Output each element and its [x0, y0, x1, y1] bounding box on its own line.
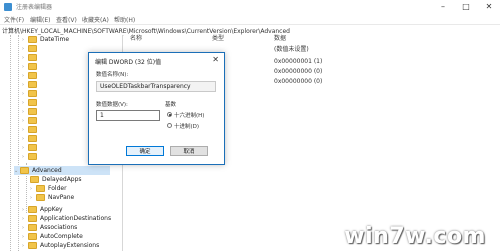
cancel-button[interactable]: 取消: [170, 146, 208, 156]
folder-icon: [28, 90, 37, 97]
folder-icon: [28, 224, 37, 231]
value-name-label: 数值名称(N):: [96, 72, 129, 78]
watermark: win7w.com: [344, 224, 486, 249]
radio-dec[interactable]: [167, 123, 172, 128]
regedit-app-icon: [4, 3, 12, 11]
tree-guide-line: [10, 35, 11, 251]
radio-hex[interactable]: [167, 112, 172, 117]
tree-item[interactable]: ›: [22, 98, 40, 107]
folder-icon: [28, 126, 37, 133]
tree-item-autocomplete[interactable]: › AutoComplete: [22, 232, 83, 241]
tree-item-associations[interactable]: › Associations: [22, 223, 77, 232]
folder-icon: [28, 45, 37, 52]
tree-item[interactable]: ›: [22, 80, 40, 89]
radio-dec-label[interactable]: 十进制(D): [174, 122, 199, 130]
minimize-icon[interactable]: –: [432, 0, 454, 14]
tree-item[interactable]: ›: [22, 107, 40, 116]
menu-edit[interactable]: 编辑(E): [30, 15, 50, 24]
tree-item-delayedapps[interactable]: DelayedApps: [30, 175, 82, 184]
folder-icon: [28, 72, 37, 79]
folder-icon: [28, 144, 37, 151]
tree-item-autoplayextensions[interactable]: › AutoplayExtensions: [22, 241, 99, 250]
row-data: 0x00000000 (0): [274, 68, 323, 75]
tree-item[interactable]: ›: [22, 53, 40, 62]
column-header-name[interactable]: 名称: [130, 35, 142, 43]
folder-icon: [28, 242, 37, 249]
tree-item[interactable]: ›: [22, 71, 40, 80]
folder-icon: [20, 167, 29, 174]
base-label: 基数: [165, 102, 177, 108]
menu-file[interactable]: 文件(F): [4, 15, 24, 24]
tree-item-folder[interactable]: › Folder: [30, 184, 67, 193]
folder-icon: [28, 99, 37, 106]
folder-icon: [28, 135, 37, 142]
title-bar: 注册表编辑器 – □ ✕: [0, 0, 500, 15]
tree-item-appkey[interactable]: › AppKey: [22, 205, 63, 214]
tree-item[interactable]: ›: [22, 143, 40, 152]
tree-item[interactable]: ›: [22, 89, 40, 98]
folder-icon: [30, 176, 39, 183]
address-path[interactable]: 计算机\HKEY_LOCAL_MACHINE\SOFTWARE\Microsof…: [2, 26, 290, 35]
tree-item-datetime[interactable]: › DateTime: [22, 35, 69, 44]
folder-icon: [36, 194, 45, 201]
menu-bar: 文件(F) 编辑(E) 查看(V) 收藏夹(A) 帮助(H): [0, 14, 500, 24]
tree-item[interactable]: ›: [22, 116, 40, 125]
row-data: (数值未设置): [274, 46, 309, 53]
folder-icon: [28, 36, 37, 43]
tree-item-advanced[interactable]: ⌄ Advanced: [14, 166, 110, 175]
tree-item[interactable]: ›: [22, 134, 40, 143]
folder-icon: [28, 63, 37, 70]
folder-icon: [28, 206, 37, 213]
tree-guide-line: [18, 35, 19, 251]
folder-icon: [28, 81, 37, 88]
column-header-type[interactable]: 类型: [212, 35, 224, 43]
edit-dword-dialog: 编辑 DWORD (32 位)值 ✕ 数值名称(N): UseOLEDTaskb…: [88, 52, 225, 165]
menu-view[interactable]: 查看(V): [56, 15, 77, 24]
radio-hex-label[interactable]: 十六进制(H): [174, 111, 204, 119]
maximize-icon[interactable]: □: [455, 0, 477, 14]
menu-help[interactable]: 帮助(H): [114, 15, 135, 24]
close-icon[interactable]: ✕: [212, 55, 219, 64]
tree-item[interactable]: ›: [22, 62, 40, 71]
folder-icon: [28, 54, 37, 61]
value-name-field: UseOLEDTaskbarTransparency: [96, 81, 216, 92]
row-data: 0x00000001 (1): [274, 58, 323, 65]
tree-item[interactable]: ›: [22, 125, 40, 134]
close-icon[interactable]: ✕: [478, 0, 500, 14]
tree-item[interactable]: ›: [22, 44, 40, 53]
value-data-input[interactable]: 1: [96, 110, 160, 121]
row-data: 0x00000000 (0): [274, 78, 323, 85]
menu-favorites[interactable]: 收藏夹(A): [82, 15, 109, 24]
folder-icon: [28, 153, 37, 160]
tree-item[interactable]: ›: [22, 152, 40, 161]
tree-item-applicationdestinations[interactable]: › ApplicationDestinations: [22, 214, 111, 223]
value-data-label: 数值数据(V):: [96, 102, 128, 108]
column-header-data[interactable]: 数据: [274, 35, 286, 43]
ok-button[interactable]: 确定: [126, 146, 164, 156]
window-title: 注册表编辑器: [16, 4, 53, 11]
folder-icon: [28, 215, 37, 222]
folder-icon: [28, 233, 37, 240]
folder-icon: [28, 108, 37, 115]
folder-icon: [28, 117, 37, 124]
folder-icon: [36, 185, 45, 192]
tree-item-navpane[interactable]: › NavPane: [30, 193, 74, 202]
dialog-title: 编辑 DWORD (32 位)值: [95, 59, 162, 66]
